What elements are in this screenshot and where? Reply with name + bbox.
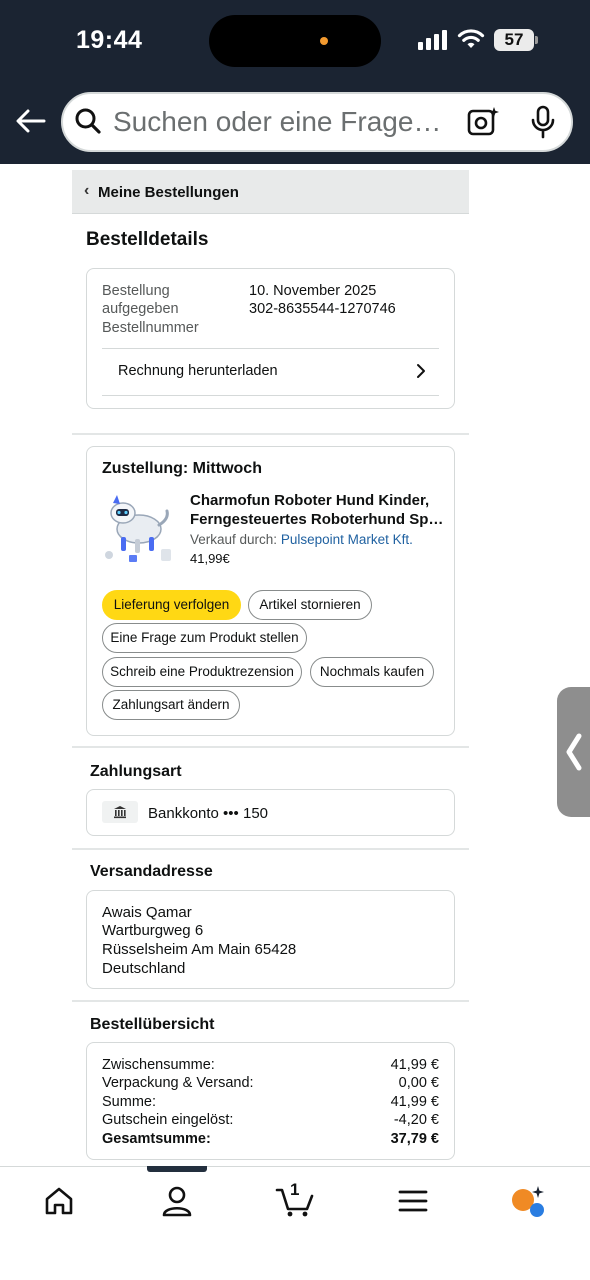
summary-value: -4,20 € xyxy=(393,1112,439,1128)
track-delivery-button[interactable]: Lieferung verfolgen xyxy=(102,590,241,620)
payment-title: Zahlungsart xyxy=(90,763,182,780)
ask-question-button[interactable]: Eine Frage zum Produkt stellen xyxy=(102,623,307,653)
battery-nub xyxy=(535,36,538,44)
order-number-label: Bestellnummer xyxy=(102,320,199,336)
breadcrumb[interactable]: ‹ Meine Bestellungen xyxy=(72,170,469,214)
section-divider xyxy=(72,1000,469,1002)
summary-label: Verpackung & Versand: xyxy=(102,1075,254,1091)
status-time: 19:44 xyxy=(76,26,143,54)
dynamic-island xyxy=(209,15,381,67)
payment-card xyxy=(86,789,455,836)
shipping-city: Rüsselsheim Am Main 65428 xyxy=(102,941,297,958)
privacy-indicator xyxy=(320,37,328,45)
summary-title: Bestellübersicht xyxy=(90,1016,215,1033)
search-placeholder: Suchen oder eine Frage… xyxy=(113,106,442,137)
summary-value: 41,99 € xyxy=(390,1057,439,1073)
back-arrow-icon[interactable] xyxy=(14,104,48,138)
product-image-robot-dog[interactable] xyxy=(101,489,177,565)
seller-link[interactable]: Pulsepoint Market Kft. xyxy=(281,532,413,547)
chevron-left-icon xyxy=(566,733,582,771)
nav-active-indicator xyxy=(147,1166,207,1172)
menu-icon[interactable] xyxy=(396,1184,430,1218)
product-price: 41,99€ xyxy=(190,551,230,566)
product-title-line1[interactable]: Charmofun Roboter Hund Kinder, xyxy=(190,492,429,509)
shipping-name: Awais Qamar xyxy=(102,904,192,921)
summary-label: Zwischensumme: xyxy=(102,1057,215,1073)
bank-icon xyxy=(102,801,138,823)
shipping-street: Wartburgweg 6 xyxy=(102,922,204,939)
summary-total-label: Gesamtsumme: xyxy=(102,1131,211,1147)
account-icon[interactable] xyxy=(160,1184,194,1218)
summary-label: Gutschein eingelöst: xyxy=(102,1112,234,1128)
buy-again-button[interactable]: Nochmals kaufen xyxy=(310,657,434,687)
summary-value: 41,99 € xyxy=(390,1094,439,1110)
home-icon[interactable] xyxy=(42,1184,76,1218)
write-review-button[interactable]: Schreib eine Produktrezension xyxy=(102,657,302,687)
payment-method: Bankkonto ••• 150 xyxy=(148,805,268,822)
summary-total-value: 37,79 € xyxy=(390,1131,439,1147)
shipping-title: Versandadresse xyxy=(90,863,213,880)
shipping-country: Deutschland xyxy=(102,960,186,977)
delivery-title: Zustellung: Mittwoch xyxy=(102,460,262,477)
cancel-item-button[interactable]: Artikel stornieren xyxy=(248,590,372,620)
invoice-download-label: Rechnung herunterladen xyxy=(118,363,278,379)
change-payment-button[interactable]: Zahlungsart ändern xyxy=(102,690,240,720)
chevron-left-icon: ‹ xyxy=(84,182,90,199)
battery-indicator: 57 xyxy=(494,29,534,51)
summary-value: 0,00 € xyxy=(398,1075,439,1091)
cart-count-badge: 1 xyxy=(290,1180,300,1199)
page-title: Bestelldetails xyxy=(86,229,209,250)
wifi-icon xyxy=(457,29,485,48)
card-divider xyxy=(102,395,439,396)
order-number-value: 302-8635544-1270746 xyxy=(249,301,396,317)
breadcrumb-label: Meine Bestellungen xyxy=(98,184,239,201)
section-divider xyxy=(72,848,469,850)
chevron-right-icon xyxy=(417,364,425,378)
section-divider xyxy=(72,746,469,748)
camera-lens-icon[interactable] xyxy=(466,105,500,137)
order-placed-label-line1: Bestellung xyxy=(102,283,170,299)
seller-prefix: Verkauf durch: xyxy=(190,532,278,547)
search-icon xyxy=(75,108,101,134)
section-divider xyxy=(72,433,469,435)
cellular-signal-icon xyxy=(418,30,450,50)
microphone-icon[interactable] xyxy=(530,105,556,139)
rufus-assistant-icon[interactable] xyxy=(510,1184,544,1218)
order-placed-label-line2: aufgegeben xyxy=(102,301,179,317)
product-title-line2[interactable]: Ferngesteuertes Roboterhund Sp… xyxy=(190,511,443,528)
order-placed-value: 10. November 2025 xyxy=(249,283,377,299)
summary-label: Summe: xyxy=(102,1094,156,1110)
